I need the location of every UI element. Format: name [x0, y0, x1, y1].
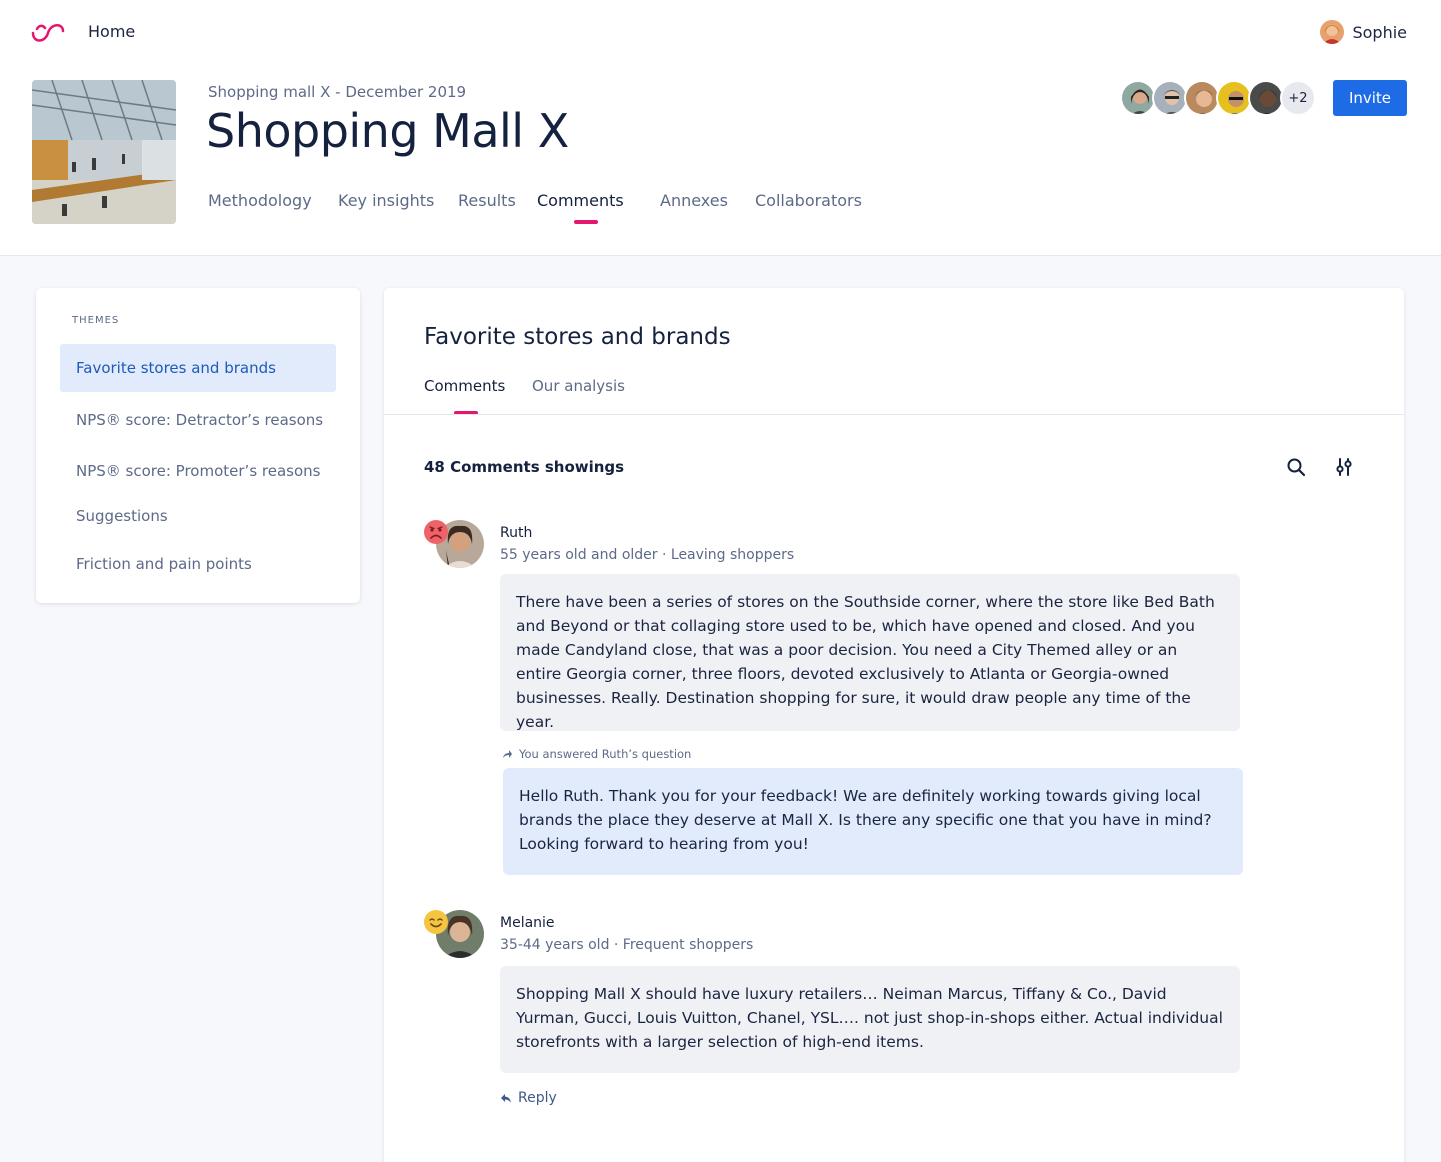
tab-results[interactable]: Results [458, 191, 516, 210]
collaborator-avatar [1184, 80, 1220, 116]
theme-item-suggestions[interactable]: Suggestions [60, 492, 336, 540]
answer-text: Hello Ruth. Thank you for your feedback!… [503, 768, 1243, 875]
more-collaborators-badge: +2 [1280, 80, 1316, 116]
comment-author: Melanie [500, 915, 555, 931]
reply-button[interactable]: Reply [500, 1090, 557, 1106]
subtab-our-analysis[interactable]: Our analysis [532, 377, 625, 395]
panel-divider [384, 414, 1404, 415]
answer-note-text: You answered Ruth’s question [519, 747, 692, 761]
themes-sidebar: THEMES Favorite stores and brands NPS® s… [36, 288, 360, 603]
comment-author: Ruth [500, 525, 533, 541]
theme-item-detractor-reasons[interactable]: NPS® score: Detractor’s reasons [60, 396, 336, 444]
collaborator-avatar [1216, 80, 1252, 116]
comment-text: Shopping Mall X should have luxury retai… [500, 966, 1240, 1073]
user-name: Sophie [1352, 22, 1407, 42]
collaborator-avatar [1248, 80, 1284, 116]
user-menu[interactable]: Sophie [1320, 20, 1407, 44]
comment-text: There have been a series of stores on th… [500, 574, 1240, 731]
tab-annexes[interactable]: Annexes [660, 191, 728, 210]
tab-comments[interactable]: Comments [537, 191, 624, 210]
brand-logo-icon[interactable] [31, 19, 65, 45]
project-cover-image [32, 80, 176, 224]
happy-face-icon [424, 910, 448, 934]
theme-item-friction-pain-points[interactable]: Friction and pain points [60, 540, 336, 588]
user-avatar [1320, 20, 1345, 44]
sad-face-icon [424, 520, 448, 544]
collaborator-avatar [1152, 80, 1188, 116]
comments-count: 48 Comments showings [424, 458, 625, 476]
reply-icon [501, 1093, 511, 1103]
search-icon[interactable] [1285, 456, 1307, 478]
answer-note: You answered Ruth’s question [502, 747, 691, 761]
page-header: Home Sophie Shopping mall X - December 2… [0, 0, 1441, 256]
collaborator-avatar [1120, 80, 1156, 116]
invite-button[interactable]: Invite [1333, 80, 1407, 116]
tab-key-insights[interactable]: Key insights [338, 191, 434, 210]
active-tab-indicator [574, 220, 598, 224]
comment-meta: 35-44 years old · Frequent shoppers [500, 937, 754, 953]
comment-meta: 55 years old and older · Leaving shopper… [500, 547, 795, 563]
filter-icon[interactable] [1333, 456, 1355, 478]
tab-methodology[interactable]: Methodology [208, 191, 312, 210]
theme-item-promoter-reasons[interactable]: NPS® score: Promoter’s reasons [60, 447, 336, 495]
tab-collaborators[interactable]: Collaborators [755, 191, 862, 210]
project-subtitle: Shopping mall X - December 2019 [208, 83, 467, 101]
home-link[interactable]: Home [88, 22, 135, 41]
comments-panel: Favorite stores and brands Comments Our … [384, 288, 1404, 1162]
subtab-comments[interactable]: Comments [424, 377, 505, 395]
theme-title: Favorite stores and brands [424, 324, 731, 350]
themes-heading: THEMES [72, 315, 120, 326]
reply-label: Reply [518, 1090, 557, 1106]
reply-arrow-icon [503, 750, 512, 758]
theme-item-favorite-stores[interactable]: Favorite stores and brands [60, 344, 336, 392]
project-title: Shopping Mall X [206, 104, 569, 158]
